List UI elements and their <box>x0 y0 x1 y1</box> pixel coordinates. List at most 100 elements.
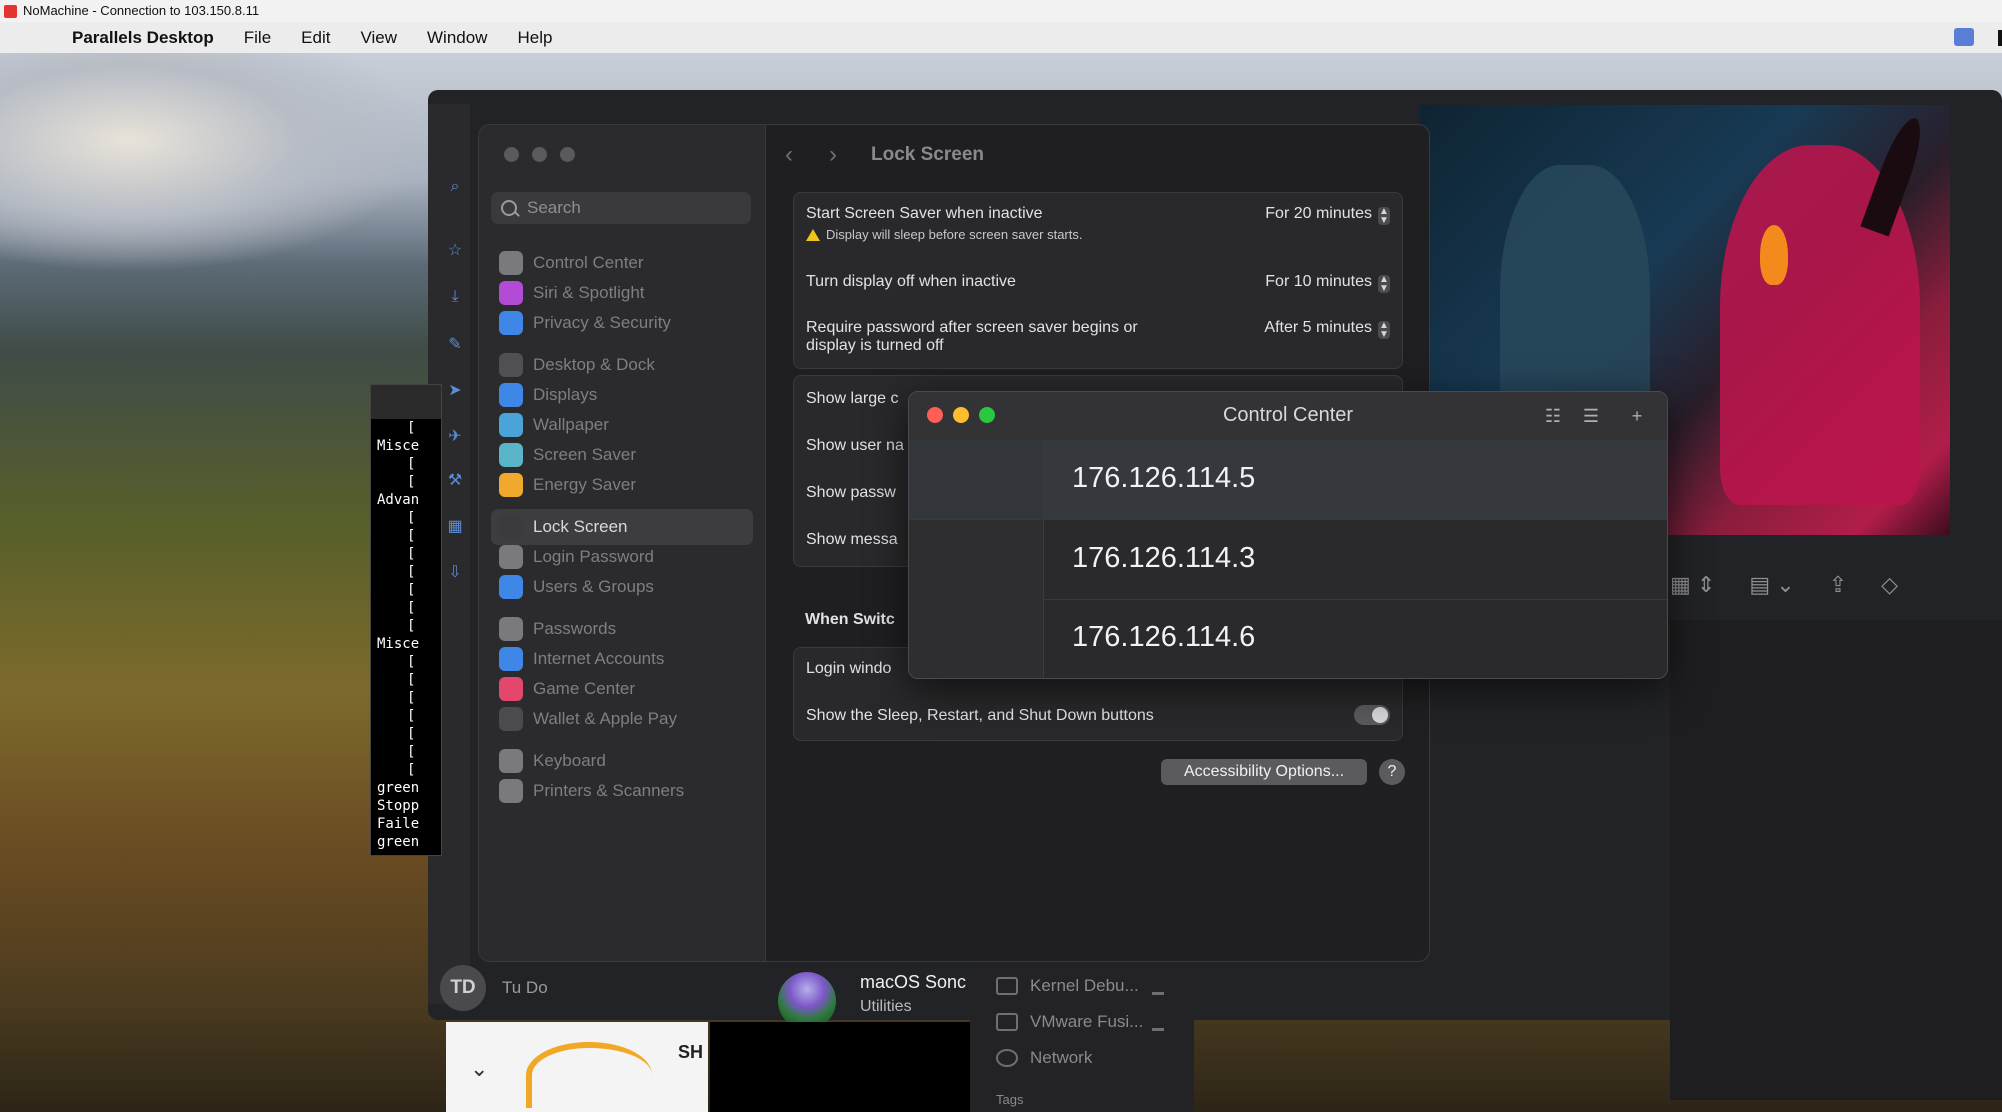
host-address: 176.126.114.5 <box>1072 462 1256 494</box>
terminal-line: [ <box>407 690 416 706</box>
chevron-down-icon[interactable]: ⌄ <box>470 1056 488 1082</box>
forward-arrow-icon[interactable]: › <box>829 141 853 169</box>
disk-icon <box>996 1013 1018 1031</box>
download-icon[interactable]: ⤓ <box>446 288 464 306</box>
host-row[interactable]: 176.126.114.5 <box>909 440 1667 520</box>
sidebar-section-tags: Tags <box>996 1092 1024 1107</box>
vm-item[interactable]: macOS Sonc Utilities <box>778 968 978 1030</box>
menu-window[interactable]: Window <box>427 28 487 48</box>
sun-icon <box>499 383 523 407</box>
search-placeholder: Search <box>527 198 581 217</box>
eject-icon[interactable] <box>1152 1018 1164 1031</box>
host-thumbnail <box>909 520 1044 599</box>
tag-icon[interactable]: ◇ <box>1881 572 1898 598</box>
minimize-button[interactable] <box>532 147 547 162</box>
menu-app-name[interactable]: Parallels Desktop <box>72 28 214 48</box>
menu-view[interactable]: View <box>360 28 397 48</box>
terminal-line: Misce <box>377 438 420 454</box>
disk-icon <box>996 977 1018 995</box>
list-view-icon[interactable]: ☰ <box>1579 404 1603 428</box>
sidebar-item-users-groups[interactable]: Users & Groups <box>491 569 753 605</box>
terminal-titlebar[interactable] <box>371 385 441 419</box>
nomachine-status-icon[interactable] <box>1954 28 1974 46</box>
thumbnail-view-icon[interactable]: ☷ <box>1541 404 1565 428</box>
printer-icon <box>499 779 523 803</box>
flower-icon <box>499 413 523 437</box>
require-password-row: Require password after screen saver begi… <box>806 319 1138 354</box>
search-icon[interactable]: ⌕ <box>446 178 464 196</box>
sidebar-item-printers-scanners[interactable]: Printers & Scanners <box>491 773 753 809</box>
pin-icon[interactable]: ✎ <box>446 334 464 353</box>
screensaver-warning: Display will sleep before screen saver s… <box>806 227 1390 242</box>
page-title: Lock Screen <box>871 144 984 165</box>
sidebar-item-vmware-fusion[interactable]: VMware Fusi... <box>996 1012 1143 1032</box>
display-off-value[interactable]: For 10 minutes <box>1265 273 1372 291</box>
user-name: Tu Do <box>502 978 548 997</box>
add-icon[interactable]: + <box>1625 404 1649 428</box>
users-icon <box>499 575 523 599</box>
screensaver-group: Start Screen Saver when inactive Display… <box>793 192 1403 369</box>
terminal-line: [ <box>407 762 416 778</box>
control-center-window: Control Center ☷ ☰ + 176.126.114.5 176.1… <box>908 391 1668 679</box>
grid-icon[interactable]: ▦ <box>446 516 464 535</box>
bulb-icon <box>499 473 523 497</box>
display-off-row: Turn display off when inactive For 10 mi… <box>806 273 1390 294</box>
stepper-icon[interactable]: ▲ ▼ <box>1378 321 1390 340</box>
finder-toolbar: ▦ ⇕ ▤ ⌄ ⇪ ◇ <box>1670 560 2002 610</box>
back-arrow-icon[interactable]: ‹ <box>785 141 809 169</box>
search-input[interactable]: Search <box>491 192 751 224</box>
terminal-line: [ <box>407 564 416 580</box>
nomachine-titlebar: NoMachine - Connection to 103.150.8.11 <box>0 0 2002 22</box>
terminal-line: [ <box>407 528 416 544</box>
search-icon <box>501 200 517 216</box>
rocket-icon[interactable]: ✈ <box>446 426 464 445</box>
terminal-line: Faile <box>377 816 420 832</box>
menubar-edge-icon <box>1998 30 2002 46</box>
at-icon <box>499 647 523 671</box>
sidebar-item-privacy-security[interactable]: Privacy & Security <box>491 305 753 341</box>
sidebar-item-wallet-apple-pay[interactable]: Wallet & Apple Pay <box>491 701 753 737</box>
control-center-icon <box>499 251 523 275</box>
network-icon <box>996 1049 1018 1067</box>
require-password-value[interactable]: After 5 minutes <box>1264 319 1372 337</box>
document-preview: ⌄ SH <box>446 1022 708 1112</box>
menu-edit[interactable]: Edit <box>301 28 330 48</box>
archive-icon[interactable]: ⇩ <box>446 562 464 581</box>
stepper-icon[interactable]: ▲ ▼ <box>1378 275 1390 294</box>
settings-sidebar: Search Control Center Siri & Spotlight Pri… <box>479 125 766 961</box>
close-button[interactable] <box>504 147 519 162</box>
sleep-restart-toggle[interactable] <box>1354 705 1390 725</box>
grid-view-icon[interactable]: ▦ ⇕ <box>1670 572 1715 598</box>
star-icon[interactable]: ☆ <box>446 240 464 259</box>
host-address: 176.126.114.3 <box>1072 542 1256 574</box>
help-button[interactable]: ? <box>1379 759 1405 785</box>
accessibility-options-button[interactable]: Accessibility Options... <box>1161 759 1367 785</box>
game-center-icon <box>499 677 523 701</box>
eject-icon[interactable] <box>1152 982 1164 995</box>
zoom-button[interactable] <box>560 147 575 162</box>
group-view-icon[interactable]: ▤ ⌄ <box>1749 572 1794 598</box>
host-row[interactable]: 176.126.114.3 <box>909 520 1667 600</box>
screensaver-value[interactable]: For 20 minutes <box>1265 205 1372 223</box>
send-icon[interactable]: ➤ <box>446 380 464 399</box>
black-panel <box>710 1022 970 1112</box>
terminal-line: [ <box>407 618 416 634</box>
avatar[interactable]: TD <box>440 965 486 1011</box>
user-row[interactable]: TD Tu Do <box>440 960 720 1016</box>
menu-file[interactable]: File <box>244 28 271 48</box>
menu-help[interactable]: Help <box>517 28 552 48</box>
siri-icon <box>499 281 523 305</box>
sidebar-item-energy-saver[interactable]: Energy Saver <box>491 467 753 503</box>
terminal-window[interactable]: [Misce [[Advan [[[[[[[Misce [[[[[[[green Sto… <box>370 384 442 856</box>
nomachine-title: NoMachine - Connection to 103.150.8.11 <box>23 3 260 18</box>
wallet-icon <box>499 707 523 731</box>
hammer-icon[interactable]: ⚒ <box>446 470 464 489</box>
share-icon[interactable]: ⇪ <box>1829 572 1847 598</box>
host-thumbnail <box>909 440 1044 519</box>
doc-heading: SH <box>678 1042 704 1062</box>
sidebar-item-kernel-debug[interactable]: Kernel Debu... <box>996 976 1139 996</box>
host-row[interactable]: 176.126.114.6 <box>909 599 1667 678</box>
sidebar-item-network[interactable]: Network <box>996 1048 1092 1068</box>
stepper-icon[interactable]: ▲ ▼ <box>1378 207 1390 226</box>
terminal-line: [ <box>407 546 416 562</box>
